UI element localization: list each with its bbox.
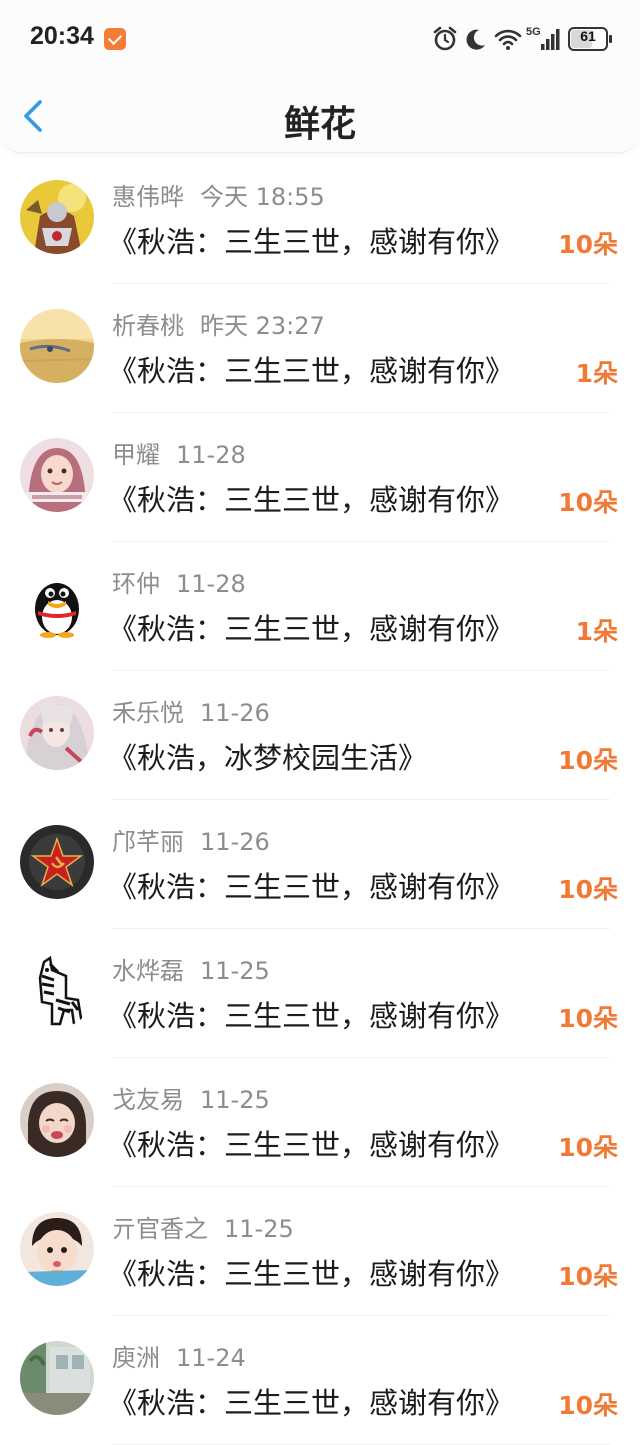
send-date: 11-28 xyxy=(176,441,246,469)
send-date: 11-24 xyxy=(176,1344,246,1372)
avatar[interactable] xyxy=(20,438,94,512)
sender-info: 环仲 11-28 xyxy=(112,564,246,599)
toddler-portrait-avatar xyxy=(20,1212,94,1286)
sunset-lake-avatar xyxy=(20,309,94,383)
sender-info: 禾乐悦 11-26 xyxy=(112,693,270,728)
sender-name[interactable]: 甲耀 xyxy=(112,441,160,469)
sender-info: 戈友易 11-25 xyxy=(112,1080,270,1115)
status-time: 20:34 xyxy=(30,22,94,50)
book-title[interactable]: 《秋浩：三生三世，感谢有你》 xyxy=(108,1251,514,1293)
sender-name[interactable]: 戈友易 xyxy=(112,1086,184,1114)
penguin-avatar xyxy=(20,567,94,641)
moon-icon xyxy=(466,29,485,50)
book-title[interactable]: 《秋浩：三生三世，感谢有你》 xyxy=(108,864,514,906)
wifi-icon xyxy=(494,29,522,50)
page-title: 鲜花 xyxy=(283,104,356,145)
flower-count: 10朵 xyxy=(558,1133,618,1162)
status-bar: 20:34 5G 61 xyxy=(0,0,640,80)
sender-info: 庾洲 11-24 xyxy=(112,1338,246,1373)
avatar[interactable] xyxy=(20,180,94,254)
book-title[interactable]: 《秋浩：三生三世，感谢有你》 xyxy=(108,348,514,390)
book-title[interactable]: 《秋浩：三生三世，感谢有你》 xyxy=(108,606,514,648)
book-title[interactable]: 《秋浩：三生三世，感谢有你》 xyxy=(108,1380,514,1422)
signal-icon xyxy=(541,29,560,50)
book-title[interactable]: 《秋浩：三生三世，感谢有你》 xyxy=(108,1122,514,1164)
list-item[interactable]: 析春桃 昨天 23:27 《秋浩：三生三世，感谢有你》 1朵 xyxy=(0,284,640,413)
sender-name[interactable]: 庾洲 xyxy=(112,1344,160,1372)
send-date: 11-25 xyxy=(200,957,270,985)
list-item[interactable]: 水烨磊 11-25 《秋浩：三生三世，感谢有你》 10朵 xyxy=(0,929,640,1058)
zebra-pinata-avatar xyxy=(20,954,94,1028)
send-date: 11-25 xyxy=(200,1086,270,1114)
gold-armored-hero-avatar xyxy=(20,180,94,254)
flower-count: 10朵 xyxy=(558,1391,618,1420)
avatar[interactable] xyxy=(20,1341,94,1415)
book-title[interactable]: 《秋浩：三生三世，感谢有你》 xyxy=(108,477,514,519)
list-item[interactable]: 甲耀 11-28 《秋浩：三生三世，感谢有你》 10朵 xyxy=(0,413,640,542)
child-portrait-avatar xyxy=(20,1083,94,1157)
list-item[interactable]: 禾乐悦 11-26 《秋浩，冰梦校园生活》 10朵 xyxy=(0,671,640,800)
sender-info: 水烨磊 11-25 xyxy=(112,951,270,986)
avatar[interactable] xyxy=(20,309,94,383)
flower-count: 10朵 xyxy=(558,488,618,517)
flower-count: 1朵 xyxy=(575,359,618,388)
alarm-icon xyxy=(433,26,457,51)
sender-name[interactable]: 环仲 xyxy=(112,570,160,598)
red-star-avatar xyxy=(20,825,94,899)
avatar[interactable] xyxy=(20,825,94,899)
anime-character-avatar xyxy=(20,696,94,770)
flower-count: 10朵 xyxy=(558,1262,618,1291)
flower-count: 10朵 xyxy=(558,1004,618,1033)
sender-name[interactable]: 禾乐悦 xyxy=(112,699,184,727)
book-title[interactable]: 《秋浩：三生三世，感谢有你》 xyxy=(108,993,514,1035)
send-date: 11-25 xyxy=(224,1215,294,1243)
send-date: 11-28 xyxy=(176,570,246,598)
avatar[interactable] xyxy=(20,696,94,770)
flower-count: 10朵 xyxy=(558,875,618,904)
send-date: 11-26 xyxy=(200,828,270,856)
street-photo-avatar xyxy=(20,1341,94,1415)
notification-badge-icon xyxy=(104,28,126,50)
sender-info: 惠伟晔 今天 18:55 xyxy=(112,177,325,212)
flower-count: 10朵 xyxy=(558,746,618,775)
avatar[interactable] xyxy=(20,1083,94,1157)
sender-name[interactable]: 惠伟晔 xyxy=(112,183,184,211)
book-title[interactable]: 《秋浩：三生三世，感谢有你》 xyxy=(108,219,514,261)
sender-info: 甲耀 11-28 xyxy=(112,435,246,470)
sender-info: 邝芊丽 11-26 xyxy=(112,822,270,857)
sender-name[interactable]: 邝芊丽 xyxy=(112,828,184,856)
list-item[interactable]: 邝芊丽 11-26 《秋浩：三生三世，感谢有你》 10朵 xyxy=(0,800,640,929)
sender-name[interactable]: 亓官香之 xyxy=(112,1215,208,1243)
list-item[interactable]: 亓官香之 11-25 《秋浩：三生三世，感谢有你》 10朵 xyxy=(0,1187,640,1316)
flower-count: 10朵 xyxy=(558,230,618,259)
nav-header: 鲜花 xyxy=(0,80,640,153)
sender-info: 析春桃 昨天 23:27 xyxy=(112,306,325,341)
sender-info: 亓官香之 11-25 xyxy=(112,1209,294,1244)
send-date: 11-26 xyxy=(200,699,270,727)
list-item[interactable]: 戈友易 11-25 《秋浩：三生三世，感谢有你》 10朵 xyxy=(0,1058,640,1187)
sender-name[interactable]: 水烨磊 xyxy=(112,957,184,985)
list-item[interactable]: 惠伟晔 今天 18:55 《秋浩：三生三世，感谢有你》 10朵 xyxy=(0,155,640,284)
flower-count: 1朵 xyxy=(575,617,618,646)
list-item[interactable]: 庾洲 11-24 《秋浩：三生三世，感谢有你》 10朵 xyxy=(0,1316,640,1445)
list-item[interactable]: 环仲 11-28 《秋浩：三生三世，感谢有你》 1朵 xyxy=(0,542,640,671)
send-date: 今天 18:55 xyxy=(200,183,325,211)
send-date: 昨天 23:27 xyxy=(200,312,325,340)
book-title[interactable]: 《秋浩，冰梦校园生活》 xyxy=(108,735,427,777)
girl-portrait-avatar xyxy=(20,438,94,512)
battery-level: 61 xyxy=(580,28,596,44)
avatar[interactable] xyxy=(20,567,94,641)
sender-name[interactable]: 析春桃 xyxy=(112,312,184,340)
avatar[interactable] xyxy=(20,954,94,1028)
avatar[interactable] xyxy=(20,1212,94,1286)
battery-icon: 61 xyxy=(568,27,612,51)
